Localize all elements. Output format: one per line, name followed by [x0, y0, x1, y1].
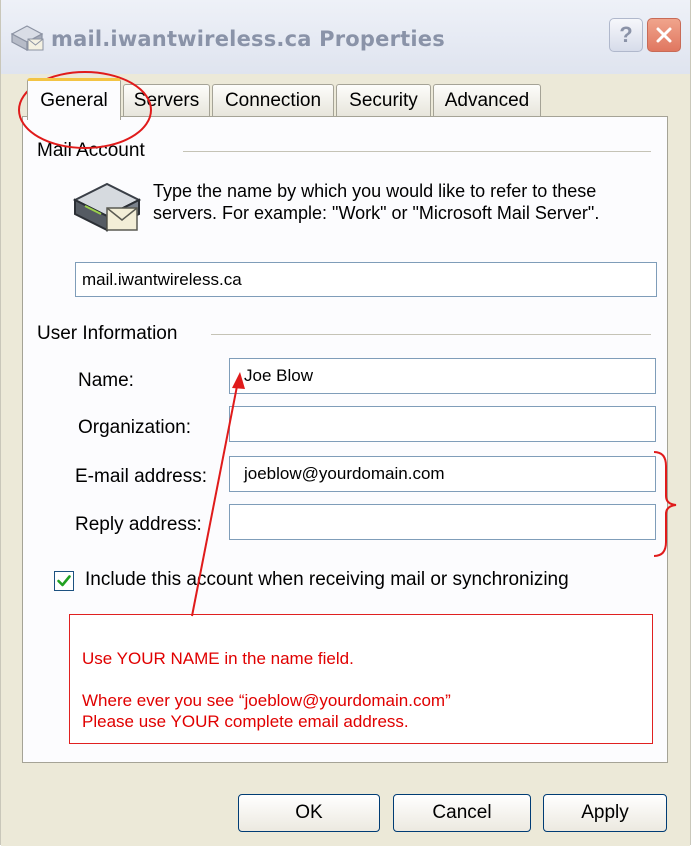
account-name-input[interactable]: mail.iwantwireless.ca [75, 262, 657, 297]
ok-button[interactable]: OK [238, 794, 380, 832]
cancel-button[interactable]: Cancel [393, 794, 531, 832]
close-icon [656, 27, 672, 43]
note-line-name: Use YOUR NAME in the name field. [82, 649, 354, 668]
name-input[interactable]: Joe Blow [229, 358, 656, 394]
email-address-input[interactable]: joeblow@yourdomain.com [229, 456, 656, 492]
user-info-separator [211, 334, 651, 335]
note-line-email-instruction: Please use YOUR complete email address. [82, 712, 409, 731]
note-line-email-example: Where ever you see “joeblow@yourdomain.c… [82, 691, 451, 710]
mail-account-separator [183, 151, 651, 152]
include-account-checkbox[interactable] [54, 571, 74, 591]
title-bar[interactable]: mail.iwantwireless.ca Properties ? [1, 0, 690, 74]
tab-security-label: Security [349, 89, 418, 111]
apply-button[interactable]: Apply [543, 794, 667, 832]
user-info-section-label: User Information [37, 323, 186, 345]
reply-address-label: Reply address: [75, 514, 202, 535]
dialog-button-bar: OK Cancel Apply [1, 764, 690, 846]
instruction-note: Use YOUR NAME in the name field. Where e… [69, 614, 653, 744]
tab-strip: General Servers Connection Security Adva… [1, 74, 690, 120]
email-address-label: E-mail address: [75, 466, 207, 487]
organization-input[interactable] [229, 406, 656, 442]
tab-connection-label: Connection [224, 89, 322, 111]
close-button[interactable] [647, 18, 681, 52]
reply-address-input[interactable] [229, 504, 656, 540]
tab-advanced[interactable]: Advanced [433, 84, 541, 116]
properties-dialog: mail.iwantwireless.ca Properties ? Gener… [0, 0, 691, 846]
tab-security[interactable]: Security [336, 84, 431, 116]
mail-account-section-label: Mail Account [37, 140, 153, 162]
tab-advanced-label: Advanced [444, 89, 530, 111]
mail-server-title-icon [10, 25, 44, 51]
help-icon: ? [619, 22, 633, 47]
tab-connection[interactable]: Connection [212, 84, 334, 116]
include-account-label: Include this account when receiving mail… [85, 569, 569, 590]
tab-general[interactable]: General [27, 78, 121, 120]
tab-servers-label: Servers [133, 89, 200, 111]
name-label: Name: [78, 370, 134, 391]
organization-label: Organization: [78, 417, 192, 438]
mail-account-description: Type the name by which you would like to… [153, 181, 600, 223]
help-button[interactable]: ? [609, 18, 643, 52]
tab-servers[interactable]: Servers [123, 84, 210, 116]
checkmark-icon [57, 575, 71, 587]
tab-general-label: General [40, 89, 108, 111]
window-title: mail.iwantwireless.ca Properties [51, 27, 445, 51]
mail-server-icon [72, 182, 142, 232]
